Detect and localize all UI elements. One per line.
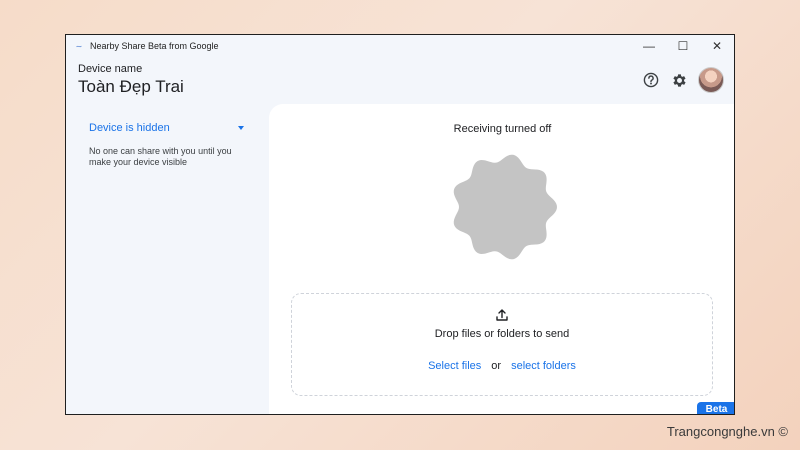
watermark: Trangcongnghe.vn © xyxy=(666,424,788,439)
app-window: ∼ Nearby Share Beta from Google — ☐ ✕ De… xyxy=(65,34,735,415)
help-icon xyxy=(643,72,659,88)
help-button[interactable] xyxy=(640,69,662,91)
drop-zone[interactable]: Drop files or folders to send Select fil… xyxy=(291,293,713,396)
visibility-dropdown[interactable]: Device is hidden xyxy=(89,122,244,134)
main-panel: Receiving turned off Drop files or folde… xyxy=(269,104,734,414)
visibility-label: Device is hidden xyxy=(89,122,170,134)
avatar[interactable] xyxy=(698,67,724,93)
select-files-link[interactable]: Select files xyxy=(428,360,481,372)
close-button[interactable]: ✕ xyxy=(700,35,734,57)
header-actions xyxy=(634,67,724,93)
gear-icon xyxy=(672,73,686,87)
upload-icon xyxy=(292,308,712,322)
drop-instructions: Drop files or folders to send xyxy=(434,328,570,340)
maximize-icon: ☐ xyxy=(677,39,689,53)
settings-button[interactable] xyxy=(668,69,690,91)
device-name-label: Device name xyxy=(78,63,143,75)
sidebar: Device is hidden No one can share with y… xyxy=(89,122,249,168)
window-controls: — ☐ ✕ xyxy=(632,35,734,57)
nearby-share-icon: ∼ xyxy=(75,41,83,51)
device-badge-icon xyxy=(453,154,557,260)
close-icon: ✕ xyxy=(711,39,723,53)
device-name[interactable]: Toàn Đẹp Trai xyxy=(78,77,184,97)
minimize-button[interactable]: — xyxy=(632,35,666,57)
title-bar[interactable]: ∼ Nearby Share Beta from Google — ☐ ✕ xyxy=(66,35,734,57)
beta-badge: Beta xyxy=(697,402,734,414)
minimize-icon: — xyxy=(643,39,655,53)
maximize-button[interactable]: ☐ xyxy=(666,35,700,57)
window-title: Nearby Share Beta from Google xyxy=(90,41,219,51)
device-header: Device name Toàn Đẹp Trai xyxy=(78,63,184,97)
caret-down-icon xyxy=(238,126,244,130)
drop-actions: Select files or select folders xyxy=(292,360,712,372)
receiving-status: Receiving turned off xyxy=(453,123,552,135)
visibility-description: No one can share with you until you make… xyxy=(89,146,232,167)
or-separator: or xyxy=(491,360,502,372)
select-folders-link[interactable]: select folders xyxy=(511,360,576,372)
